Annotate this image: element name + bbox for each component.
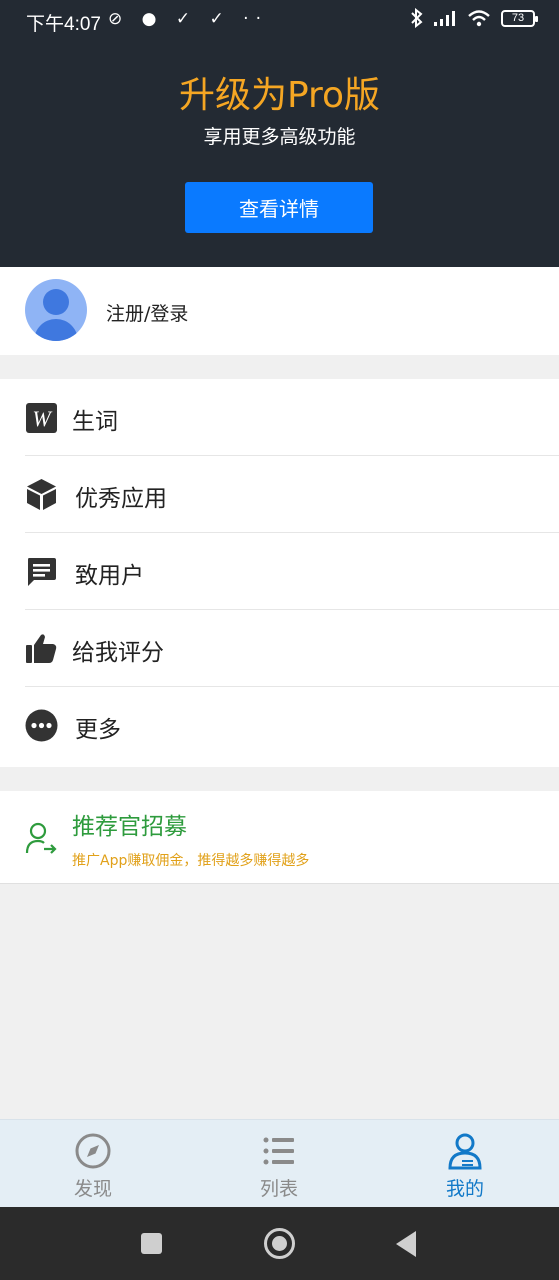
tab-label-mine: 我的 [445, 1178, 484, 1200]
pro-upgrade-title: 升级为Pro版 [178, 75, 381, 116]
recent-apps-icon[interactable] [141, 1233, 162, 1254]
svg-text:W: W [32, 406, 52, 431]
back-icon[interactable] [396, 1231, 416, 1257]
avatar-head-shape [43, 289, 69, 315]
notification-icons: ⊘ ● ✓ ✓ ·· [108, 9, 268, 29]
menu-label-rate: 给我评分 [72, 640, 164, 666]
bluetooth-icon [411, 8, 423, 28]
menu-label-apps: 优秀应用 [75, 486, 167, 512]
menu-item-to-users[interactable]: 致用户 [0, 533, 559, 610]
message-icon [28, 558, 56, 586]
home-icon[interactable] [264, 1228, 295, 1259]
status-right: 73 [411, 8, 538, 28]
menu-label-more: 更多 [75, 717, 121, 743]
promo-header: 下午4:07 ⊘ ● ✓ ✓ ·· 73 升级为Pro版 享用更多高级功能 查看… [0, 0, 559, 267]
register-login-label[interactable]: 注册/登录 [106, 299, 188, 326]
tab-mine[interactable]: 我的 [372, 1120, 558, 1208]
avatar[interactable] [25, 279, 87, 341]
battery-level: 73 [511, 12, 525, 24]
tab-label-discover: 发现 [73, 1178, 112, 1200]
menu-label-to-users: 致用户 [75, 563, 144, 589]
tab-discover[interactable]: 发现 [0, 1120, 186, 1208]
cube-icon [27, 479, 56, 510]
pro-upgrade-subtitle: 享用更多高级功能 [203, 126, 356, 148]
menu-item-rate[interactable]: 给我评分 [0, 610, 559, 687]
system-nav-bar [0, 1207, 559, 1280]
list-icon [263, 1137, 294, 1165]
compass-icon [75, 1133, 111, 1169]
word-book-icon: W [26, 403, 57, 433]
menu-label-vocabulary: 生词 [72, 409, 118, 435]
status-time: 下午4:07 [26, 14, 101, 35]
battery-icon: 73 [501, 9, 538, 27]
tab-label-list: 列表 [259, 1178, 298, 1200]
status-bar: 下午4:07 ⊘ ● ✓ ✓ ·· 73 [0, 0, 559, 42]
avatar-body-shape [34, 319, 78, 341]
signal-icon [434, 11, 455, 26]
bottom-tab-bar: 发现 列表 我的 [0, 1119, 559, 1207]
recruit-subtitle: 推广App赚取佣金，推得越多赚得越多 [72, 853, 310, 869]
menu-item-more[interactable]: 更多 [0, 687, 559, 764]
recruit-title: 推荐官招募 [72, 814, 187, 840]
tab-list[interactable]: 列表 [186, 1120, 372, 1208]
menu-item-vocabulary[interactable]: W 生词 [0, 379, 559, 456]
recruit-card[interactable]: 推荐官招募 推广App赚取佣金，推得越多赚得越多 [0, 791, 559, 884]
user-referral-icon [25, 822, 57, 854]
wifi-icon [468, 10, 490, 27]
thumbs-up-icon [26, 634, 57, 663]
profile-icon [448, 1133, 482, 1170]
menu-item-apps[interactable]: 优秀应用 [0, 456, 559, 533]
more-icon [25, 709, 58, 742]
settings-menu: W 生词 优秀应用 致用户 给我评分 更多 [0, 379, 559, 767]
view-details-button[interactable]: 查看详情 [185, 182, 373, 233]
login-row[interactable]: 注册/登录 [0, 267, 559, 355]
